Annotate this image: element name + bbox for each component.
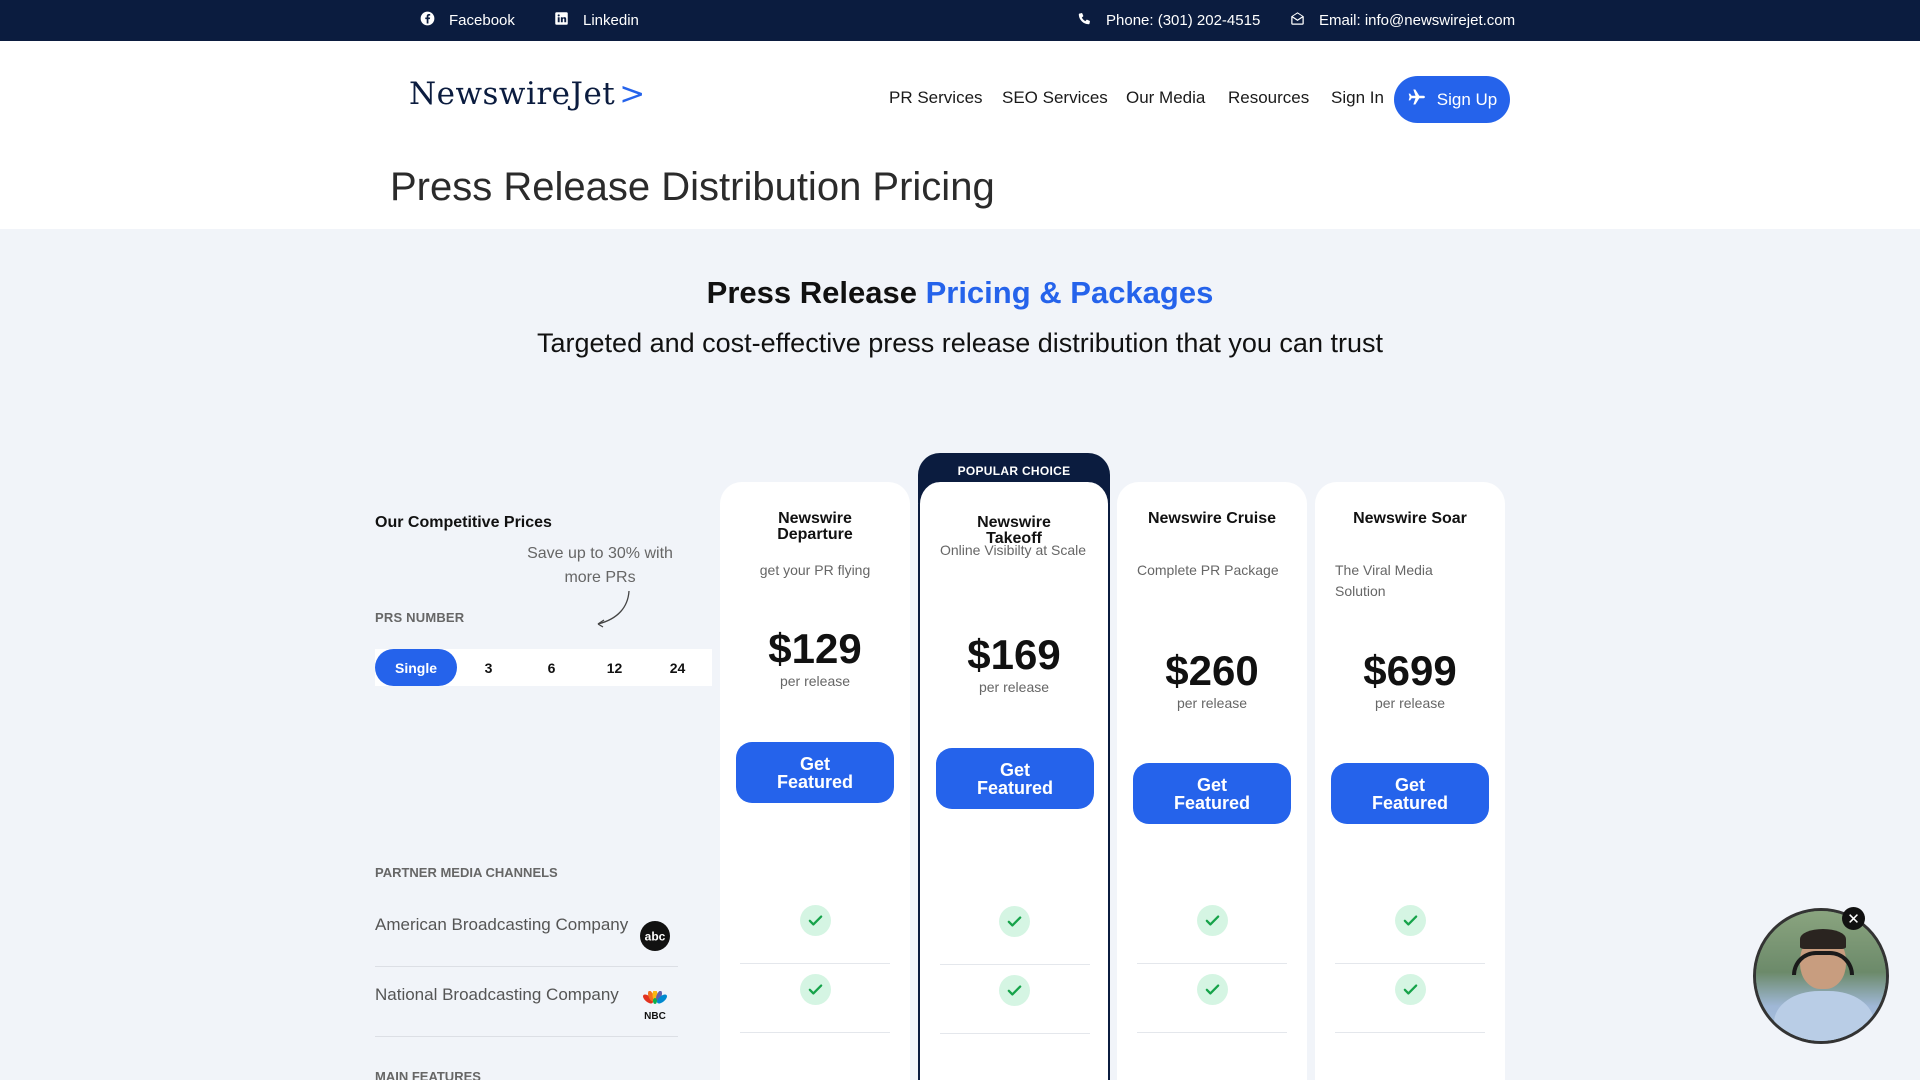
facebook-link[interactable]: Facebook (420, 11, 515, 30)
plan-price: $129 (768, 625, 862, 672)
partner-name-abc: American Broadcasting Company (375, 915, 629, 934)
partner-row-abc: American Broadcasting Company abc (375, 897, 678, 967)
plan-card-takeoff: Newswire Takeoff Online Visibilty at Sca… (918, 482, 1110, 1080)
logo-arrow: > (619, 76, 646, 112)
plan-per-release: per release (978, 679, 1050, 695)
logo[interactable]: NewswireJet > (409, 76, 646, 112)
svg-text:NBC: NBC (644, 1011, 666, 1021)
page-title: Press Release Distribution Pricing (390, 165, 995, 209)
facebook-label: Facebook (449, 12, 515, 29)
plan-per-release: per release (1176, 695, 1248, 711)
row-divider (1335, 1032, 1485, 1033)
prs-number-selector: Single 3 6 12 24 (375, 649, 712, 686)
nav-seo-services[interactable]: SEO Services (1002, 88, 1108, 108)
phone-label: Phone: (301) 202-4515 (1106, 12, 1261, 29)
email-label: Email: info@newswirejet.com (1319, 12, 1516, 29)
row-divider (740, 963, 890, 964)
pricing-heading: Press Release Pricing & Packages (0, 275, 1920, 311)
plan-name: Newswire Departure (777, 510, 853, 543)
row-divider (940, 1033, 1090, 1034)
row-divider (1335, 963, 1485, 964)
our-prices-heading: Our Competitive Prices (375, 514, 552, 531)
check-icon (800, 974, 831, 1005)
svg-text:abc: abc (645, 930, 666, 944)
phone-link[interactable]: Phone: (301) 202-4515 (1077, 11, 1260, 30)
check-icon (999, 906, 1030, 937)
prs-option-3[interactable]: 3 (457, 649, 520, 686)
check-icon (1197, 905, 1228, 936)
nav-resources[interactable]: Resources (1228, 88, 1309, 108)
check-icon (1197, 974, 1228, 1005)
email-link[interactable]: Email: info@newswirejet.com (1290, 11, 1515, 30)
nav-pr-services[interactable]: PR Services (889, 88, 983, 108)
curved-arrow-icon (597, 590, 630, 628)
row-divider (1137, 963, 1287, 964)
plan-card-soar: Newswire Soar The Viral Media Solution $… (1315, 482, 1505, 1080)
linkedin-link[interactable]: Linkedin (554, 11, 639, 30)
get-featured-button[interactable]: Get Featured (1331, 763, 1489, 824)
prs-option-12[interactable]: 12 (583, 649, 646, 686)
plan-description: Online Visibilty at Scale (940, 542, 1087, 558)
check-icon (800, 905, 831, 936)
check-icon (1395, 905, 1426, 936)
linkedin-icon (554, 11, 569, 30)
check-icon (999, 975, 1030, 1006)
save-note: Save up to 30% with more PRs (527, 545, 673, 586)
get-featured-button[interactable]: Get Featured (936, 748, 1094, 809)
nbc-logo: NBC (643, 991, 667, 1021)
plan-price: $169 (967, 631, 1061, 678)
nav-our-media[interactable]: Our Media (1126, 88, 1205, 108)
video-chat-bubble[interactable] (1753, 908, 1889, 1044)
video-person-hair (1800, 929, 1846, 949)
top-bar: Facebook Linkedin Phone: (301) 202-4515 … (0, 0, 1920, 41)
prs-number-label: PRS NUMBER (375, 610, 465, 625)
plan-name: Newswire Cruise (1147, 510, 1277, 527)
main-features-label: MAIN FEATURES (375, 1069, 481, 1080)
plan-per-release: per release (1374, 695, 1446, 711)
nav-sign-in[interactable]: Sign In (1331, 88, 1384, 108)
row-divider (940, 964, 1090, 965)
row-divider (740, 1032, 890, 1033)
phone-icon (1077, 11, 1092, 30)
video-person-body (1774, 991, 1874, 1041)
plan-card-cruise: Newswire Cruise Complete PR Package $260… (1117, 482, 1307, 1080)
close-icon[interactable]: ✕ (1842, 907, 1865, 930)
sign-up-button[interactable]: Sign Up (1394, 76, 1510, 123)
facebook-icon (420, 11, 435, 30)
pricing-heading-plain: Press Release (706, 275, 926, 310)
row-divider (1137, 1032, 1287, 1033)
prs-option-6[interactable]: 6 (520, 649, 583, 686)
plan-per-release: per release (779, 673, 851, 689)
partner-row-nbc: National Broadcasting Company NBC (375, 967, 678, 1037)
plan-description: Complete PR Package (1137, 562, 1279, 578)
plan-name: Newswire Soar (1353, 510, 1467, 527)
sign-up-label: Sign Up (1436, 89, 1498, 109)
pricing-heading-highlight: Pricing & Packages (925, 275, 1214, 310)
plan-price: $699 (1363, 647, 1457, 694)
get-featured-button[interactable]: Get Featured (736, 742, 894, 803)
logo-text: NewswireJet (409, 76, 616, 112)
partner-media-label: PARTNER MEDIA CHANNELS (375, 865, 558, 880)
check-icon (1395, 974, 1426, 1005)
email-icon (1290, 11, 1305, 30)
linkedin-label: Linkedin (583, 12, 639, 29)
pricing-subtitle: Targeted and cost-effective press releas… (537, 328, 1383, 358)
prs-option-24[interactable]: 24 (646, 649, 709, 686)
plan-card-departure: Newswire Departure get your PR flying $1… (720, 482, 910, 1080)
site-header: NewswireJet > PR Services SEO Services Ou… (0, 41, 1920, 229)
plane-icon (1407, 87, 1427, 112)
abc-logo: abc (640, 921, 670, 951)
plan-description: The Viral Media Solution (1335, 562, 1433, 599)
partner-name-nbc: National Broadcasting Company (375, 985, 619, 1004)
plan-price: $260 (1165, 647, 1259, 694)
get-featured-button[interactable]: Get Featured (1133, 763, 1291, 824)
pricing-section: Press Release Pricing & Packages Targete… (0, 229, 1920, 1080)
prs-option-single[interactable]: Single (375, 649, 457, 686)
plan-description: get your PR flying (759, 562, 871, 578)
